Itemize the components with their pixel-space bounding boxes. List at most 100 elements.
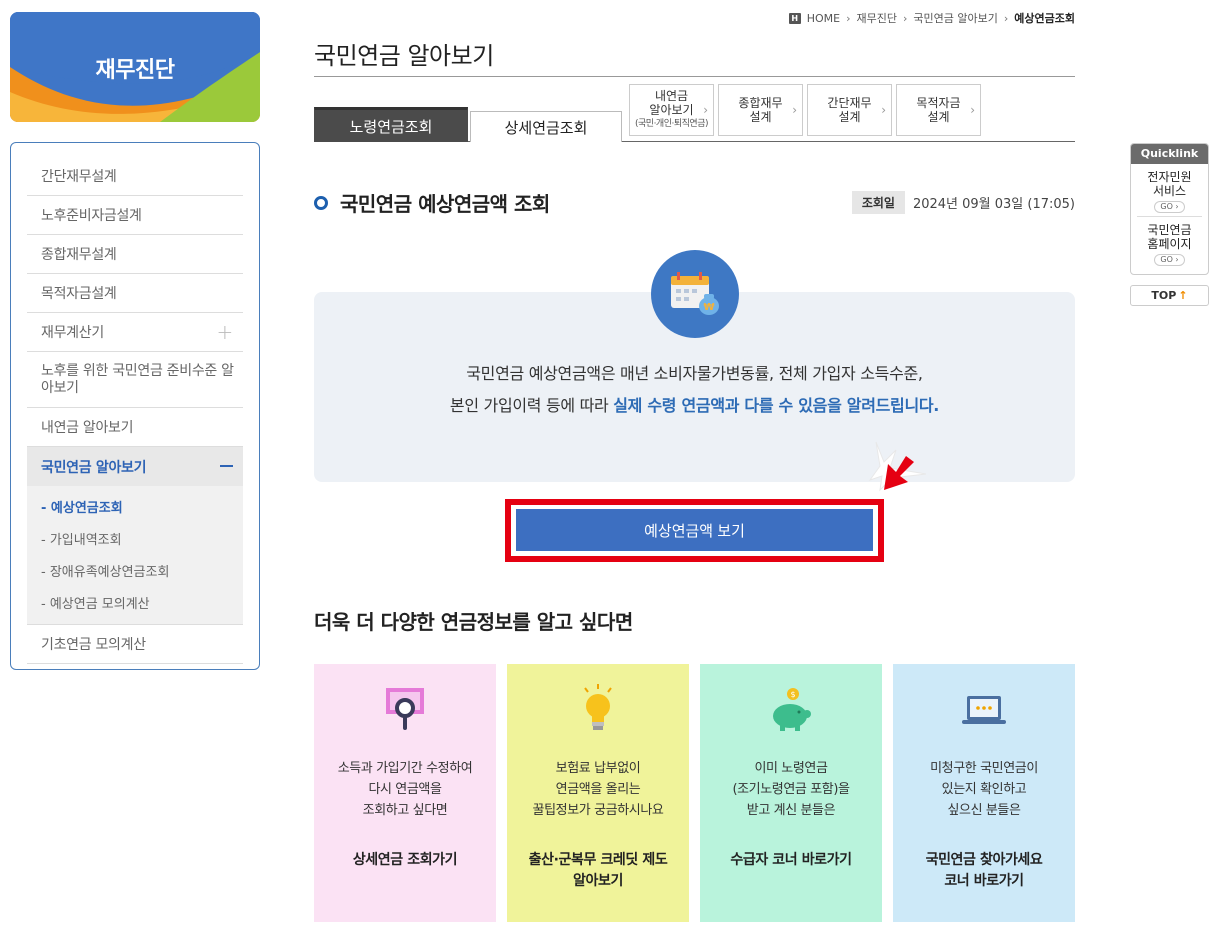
card-desc-line: 꿀팁정보가 궁금하시나요 [532,803,664,818]
tab-link-label: 설계 [838,110,861,124]
section-title: 국민연금 예상연금액 조회 [340,192,550,216]
sidebar-item-label: 노후를 위한 국민연금 준비수준 알아보기 [41,362,234,396]
card-find-pension[interactable]: 미청구한 국민연금이 있는지 확인하고 싶으신 분들은 국민연금 찾아가세요 코… [893,664,1075,922]
quicklink-label: 홈페이지 [1147,237,1192,251]
card-desc-line: 조회하고 싶다면 [362,803,448,818]
tab-link-label: 알아보기 [649,103,694,117]
scroll-top-button[interactable]: TOP ↑ [1130,285,1209,306]
card-desc-line: 있는지 확인하고 [941,782,1027,797]
sidebar-item-calculator[interactable]: 재무계산기 + [27,313,243,352]
sidebar-item-label: 목적자금설계 [41,286,117,302]
tab-link-my-pension[interactable]: 내연금 알아보기 (국민·개인·퇴직연금) › [629,84,714,136]
quicklink-label: 서비스 [1152,184,1187,198]
card-detailed-pension[interactable]: 소득과 가입기간 수정하여 다시 연금액을 조회하고 싶다면 상세연금 조회가기 [314,664,496,922]
quicklink-nps-homepage[interactable]: 국민연금 홈페이지 GO › [1137,216,1202,268]
tab-link-purpose-fund[interactable]: 목적자금 설계 › [896,84,981,136]
svg-text:$: $ [790,690,795,699]
card-description: 소득과 가입기간 수정하여 다시 연금액을 조회하고 싶다면 [314,758,496,821]
card-description: 보험료 납부없이 연금액을 올리는 꿀팁정보가 궁금하시나요 [507,758,689,821]
card-link-line: 출산·군복무 크레딧 제도 [528,852,668,868]
tab-link-label: 목적자금 [916,96,961,110]
chevron-right-icon: › [970,103,975,117]
submenu-item-expected-pension[interactable]: - 예상연금조회 [27,490,243,522]
sidebar-item-my-pension[interactable]: 내연금 알아보기 [27,408,243,447]
sidebar-item-simple-plan[interactable]: 간단재무설계 [27,157,243,196]
card-link[interactable]: 출산·군복무 크레딧 제도 알아보기 [507,850,689,892]
sidebar-item-total-plan[interactable]: 종합재무설계 [27,235,243,274]
minus-icon[interactable] [220,465,233,467]
card-link-line: 알아보기 [573,873,623,889]
card-link[interactable]: 수급자 코너 바로가기 [700,850,882,871]
tab-link-label: 설계 [749,110,772,124]
card-recipient-corner[interactable]: $ 이미 노령연금 (조기노령연금 포함)을 받고 계신 분들은 수급자 코너 … [700,664,882,922]
quicklink-e-civil-service[interactable]: 전자민원 서비스 GO › [1131,164,1208,216]
card-desc-line: 소득과 가입기간 수정하여 [337,761,473,776]
sidebar-item-label: 내연금 알아보기 [41,420,134,436]
card-link-line: 상세연금 조회가기 [352,852,458,868]
info-line-2-highlight: 실제 수령 연금액과 다를 수 있음을 알려드립니다. [613,396,940,415]
tab-old-age-pension[interactable]: 노령연금조회 [314,107,468,142]
sidebar-item-pension-readiness[interactable]: 노후를 위한 국민연금 준비수준 알아보기 [27,352,243,408]
scroll-top-label: TOP [1151,289,1177,302]
info-line-1: 국민연금 예상연금액은 매년 소비자물가변동률, 전체 가입자 소득수준, [466,364,923,383]
calendar-money-graphic: ₩ [671,272,719,315]
quicklink-panel: Quicklink 전자민원 서비스 GO › 국민연금 홈페이지 GO › [1130,143,1209,275]
chevron-right-icon: › [703,103,708,117]
breadcrumb-home[interactable]: HOME [807,12,840,25]
plus-icon[interactable]: + [217,320,234,344]
go-badge[interactable]: GO › [1154,201,1185,213]
tab-link-label: 간단재무 [827,96,872,110]
chevron-right-icon: › [846,11,851,25]
sidebar-banner: 재무진단 [10,12,260,122]
breadcrumb: H HOME › 재무진단 › 국민연금 알아보기 › 예상연금조회 [788,10,1075,26]
info-line-2-plain: 본인 가입이력 등에 따라 [449,396,614,415]
card-desc-line: 받고 계신 분들은 [746,803,836,818]
tab-link-label: 내연금 [654,89,689,103]
calendar-money-icon: ₩ [651,250,739,338]
home-icon: H [788,12,801,24]
sidebar-submenu: - 예상연금조회 - 가입내역조회 - 장애유족예상연금조회 - 예상연금 모의… [27,486,243,625]
tab-link-sublabel: (국민·개인·퇴직연금) [635,119,709,129]
card-desc-line: 미청구한 국민연금이 [930,761,1038,776]
sidebar-menu: 간단재무설계 노후준비자금설계 종합재무설계 목적자금설계 재무계산기 + 노후를… [10,142,260,670]
info-line-2: 본인 가입이력 등에 따라 실제 수령 연금액과 다를 수 있음을 알려드립니다… [314,390,1075,422]
sidebar-item-basic-pension[interactable]: 기초연금 모의계산 [27,625,243,664]
submenu-item-disability-survivor[interactable]: - 장애유족예상연금조회 [27,554,243,586]
card-description: 미청구한 국민연금이 있는지 확인하고 싶으신 분들은 [893,758,1075,821]
chevron-right-icon: › [1003,11,1009,25]
quicklink-title: Quicklink [1131,144,1208,164]
card-link[interactable]: 국민연금 찾아가세요 코너 바로가기 [893,850,1075,892]
pointer-arrow-icon [868,441,927,492]
inquiry-date-label: 조회일 [851,191,905,214]
sidebar-item-purpose-fund[interactable]: 목적자금설계 [27,274,243,313]
section-header: 국민연금 예상연금액 조회 [314,188,550,217]
sidebar-item-label: 간단재무설계 [41,169,117,185]
tab-bar: 노령연금조회 상세연금조회 내연금 알아보기 (국민·개인·퇴직연금) › 종합… [314,84,1075,142]
sidebar-item-label: 국민연금 알아보기 [41,459,147,476]
tab-link-label: 종합재무 [738,96,783,110]
inquiry-date-value: 2024년 09월 03일 (17:05) [912,197,1075,212]
card-desc-line: 연금액을 올리는 [555,782,641,797]
more-info-title: 더욱 더 다양한 연금정보를 알고 싶다면 [314,610,633,634]
card-credit-system[interactable]: 보험료 납부없이 연금액을 올리는 꿀팁정보가 궁금하시나요 출산·군복무 크레… [507,664,689,922]
breadcrumb-current: 예상연금조회 [1014,12,1075,25]
card-link[interactable]: 상세연금 조회가기 [314,850,496,871]
sidebar-item-retirement-fund[interactable]: 노후준비자금설계 [27,196,243,235]
lightbulb-icon [584,684,612,730]
quicklink-label: 전자민원 [1147,170,1192,184]
go-badge[interactable]: GO › [1154,254,1185,266]
submenu-item-simulation[interactable]: - 예상연금 모의계산 [27,586,243,618]
sidebar-banner-title: 재무진단 [95,58,175,83]
submenu-item-subscription-history[interactable]: - 가입내역조회 [27,522,243,554]
view-expected-pension-button[interactable]: 예상연금액 보기 [516,509,873,551]
inquiry-date: 조회일 2024년 09월 03일 (17:05) [851,191,1075,214]
tab-detailed-pension[interactable]: 상세연금조회 [470,111,622,142]
tab-link-total-plan[interactable]: 종합재무 설계 › [718,84,803,136]
sidebar-item-national-pension[interactable]: 국민연금 알아보기 [27,447,243,486]
breadcrumb-item[interactable]: 국민연금 알아보기 [913,10,997,26]
breadcrumb-item[interactable]: 재무진단 [857,10,897,26]
card-desc-line: 싶으신 분들은 [947,803,1021,818]
chevron-right-icon: › [792,103,797,117]
tab-link-simple-plan[interactable]: 간단재무 설계 › [807,84,892,136]
chevron-right-icon: › [881,103,886,117]
